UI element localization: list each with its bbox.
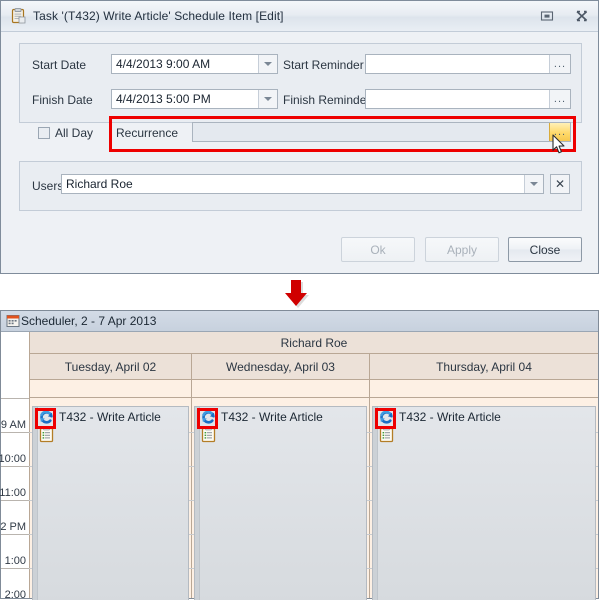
appointment-status-bar: [373, 407, 378, 600]
appointment-1[interactable]: T432 - Write Article: [194, 406, 367, 600]
appointment-status-bar: [195, 407, 200, 600]
schedule-item-dialog: Task '(T432) Write Article' Schedule Ite…: [0, 0, 599, 274]
restore-icon[interactable]: [538, 8, 555, 24]
flow-arrow: [276, 278, 316, 310]
chevron-down-icon: [264, 97, 272, 101]
users-clear-button[interactable]: ✕: [550, 174, 570, 194]
time-slot-11: 11:00: [0, 466, 29, 500]
users-dropdown-button[interactable]: [524, 175, 543, 193]
finish-date-value: 4/4/2013 5:00 PM: [116, 92, 211, 106]
start-reminder-label: Start Reminder: [283, 58, 364, 72]
scheduler-titlebar: Scheduler, 2 - 7 Apr 2013: [1, 311, 598, 332]
users-input[interactable]: Richard Roe: [61, 174, 544, 194]
clipboard-note-icon: [201, 427, 216, 443]
appointment-status-bar: [33, 407, 38, 600]
close-button[interactable]: Close: [508, 237, 582, 262]
clipboard-note-icon: [39, 427, 54, 443]
calendar-icon: [6, 314, 20, 328]
start-date-input[interactable]: 4/4/2013 9:00 AM: [111, 54, 278, 74]
appointment-title: T432 - Write Article: [221, 410, 323, 424]
chevron-down-icon: [264, 62, 272, 66]
clipboard-icon: [10, 8, 26, 24]
time-slot-12pm: 12 PM: [0, 500, 29, 534]
scheduler-title: Scheduler, 2 - 7 Apr 2013: [21, 314, 157, 328]
scheduler-grid: Richard Roe Tuesday, April 02 Wednesday,…: [0, 332, 598, 600]
appointment-2[interactable]: T432 - Write Article: [372, 406, 596, 600]
scheduler-window: Scheduler, 2 - 7 Apr 2013 Richard Roe Tu…: [0, 310, 599, 600]
finish-reminder-input[interactable]: ...: [365, 89, 571, 109]
chevron-down-icon: [530, 182, 538, 186]
recurrence-icon: [379, 410, 394, 425]
allday-cell-2[interactable]: [369, 380, 598, 398]
finish-date-input[interactable]: 4/4/2013 5:00 PM: [111, 89, 278, 109]
recurrence-input[interactable]: ...: [192, 122, 571, 142]
appointment-0[interactable]: T432 - Write Article: [32, 406, 189, 600]
allday-cell-1[interactable]: [191, 380, 369, 398]
start-date-value: 4/4/2013 9:00 AM: [116, 57, 211, 71]
finish-reminder-ellipsis-button[interactable]: ...: [549, 90, 570, 108]
time-slot-10: 10:00: [0, 432, 29, 466]
users-value: Richard Roe: [66, 177, 133, 191]
day-header-0[interactable]: Tuesday, April 02: [29, 354, 191, 380]
time-slot-9am: 9 AM: [1, 398, 29, 432]
screenshot-root: Task '(T432) Write Article' Schedule Ite…: [0, 0, 600, 600]
apply-button[interactable]: Apply: [425, 237, 499, 262]
close-icon: ✕: [554, 177, 566, 191]
start-reminder-ellipsis-button[interactable]: ...: [549, 55, 570, 73]
allday-cell-0[interactable]: [29, 380, 191, 398]
start-reminder-input[interactable]: ...: [365, 54, 571, 74]
time-ruler: 9 AM 10:00 11:00 12 PM 1:00 2:00 3:00 4:…: [0, 380, 29, 600]
all-day-checkbox[interactable]: [38, 127, 50, 139]
ok-button[interactable]: Ok: [341, 237, 415, 262]
time-slot-2: 2:00: [1, 568, 29, 600]
recurrence-icon: [39, 410, 54, 425]
close-icon[interactable]: [573, 8, 590, 24]
finish-reminder-label: Finish Reminder: [283, 93, 371, 107]
all-day-label: All Day: [55, 126, 94, 140]
mouse-cursor: [552, 134, 566, 155]
day-header-2[interactable]: Thursday, April 04: [369, 354, 598, 380]
time-slot-1: 1:00: [1, 534, 29, 568]
start-date-label: Start Date: [32, 58, 87, 72]
clipboard-note-icon: [379, 427, 394, 443]
window-controls: [538, 1, 590, 31]
finish-date-dropdown-button[interactable]: [258, 90, 277, 108]
dialog-titlebar: Task '(T432) Write Article' Schedule Ite…: [1, 1, 598, 32]
appointment-title: T432 - Write Article: [399, 410, 501, 424]
recurrence-icon: [201, 410, 216, 425]
users-label: Users: [32, 179, 64, 193]
recurrence-label: Recurrence: [116, 126, 179, 140]
finish-date-label: Finish Date: [32, 93, 93, 107]
resource-header: Richard Roe: [29, 332, 598, 354]
appointment-title: T432 - Write Article: [59, 410, 161, 424]
day-header-1[interactable]: Wednesday, April 03: [191, 354, 369, 380]
dialog-title: Task '(T432) Write Article' Schedule Ite…: [33, 9, 284, 23]
start-date-dropdown-button[interactable]: [258, 55, 277, 73]
